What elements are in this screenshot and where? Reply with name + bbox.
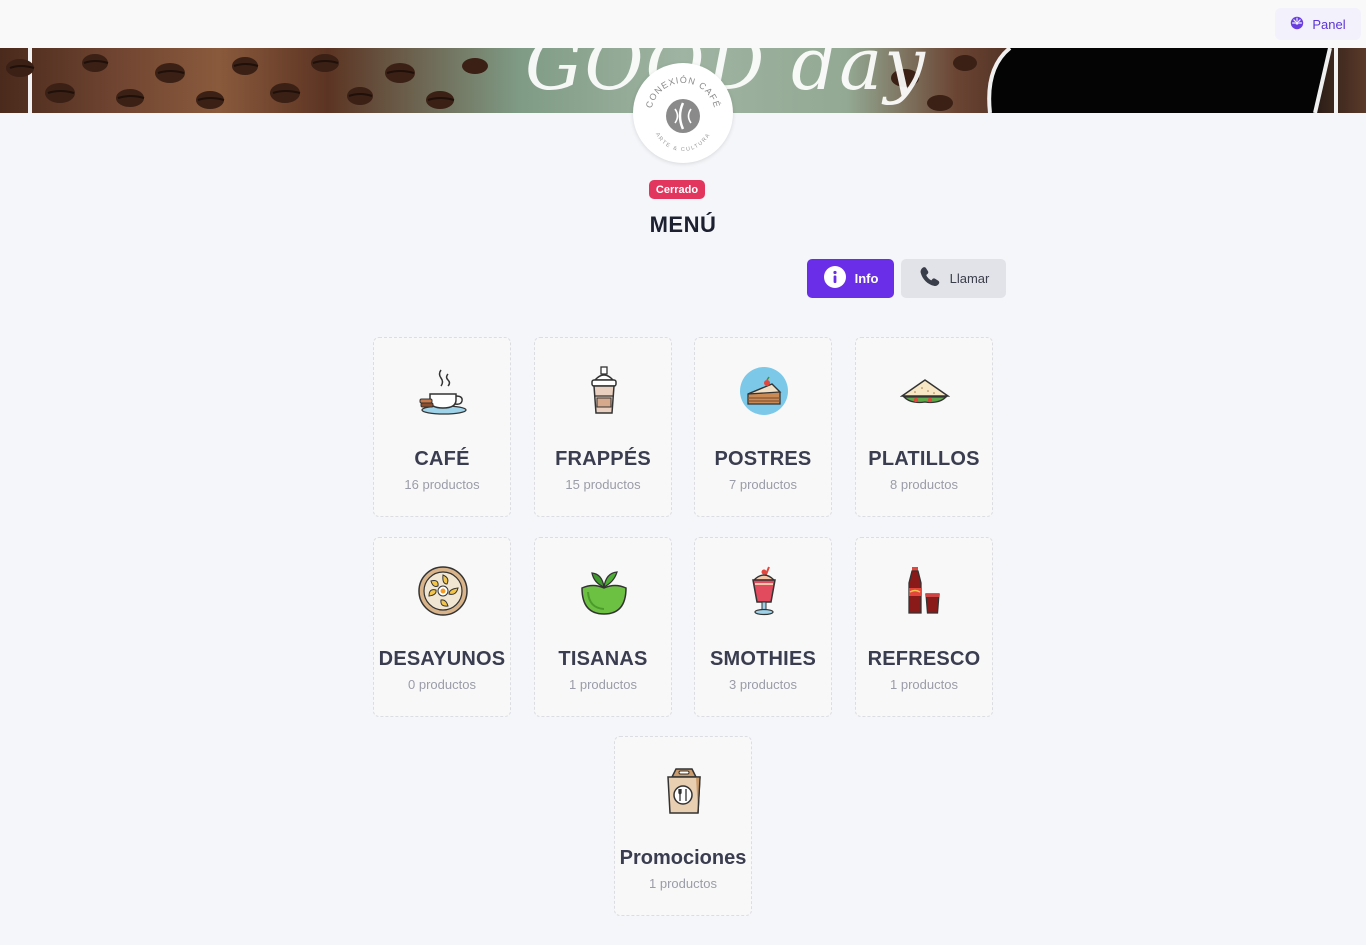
call-button[interactable]: Llamar	[901, 259, 1006, 298]
takeout-bag-icon	[659, 765, 709, 815]
category-count: 16 productos	[404, 477, 480, 492]
category-count: 1 productos	[890, 677, 958, 692]
category-name: Promociones	[619, 847, 747, 869]
panel-button[interactable]: Panel	[1275, 8, 1361, 40]
category-card-smothies[interactable]: SMOTHIES 3 productos	[694, 537, 832, 717]
smoothie-glass-icon	[739, 566, 789, 616]
phone-icon	[918, 265, 942, 292]
category-card-desayunos[interactable]: DESAYUNOS 0 productos	[373, 537, 511, 717]
category-card-promociones[interactable]: Promociones 1 productos	[614, 736, 752, 916]
category-count: 7 productos	[729, 477, 797, 492]
category-count: 1 productos	[649, 876, 717, 891]
category-name: FRAPPÉS	[555, 448, 651, 470]
coffee-cup-icon	[418, 366, 468, 416]
info-button[interactable]: Info	[807, 259, 894, 298]
category-count: 8 productos	[890, 477, 958, 492]
category-card-refresco[interactable]: REFRESCO 1 productos	[855, 537, 993, 717]
category-card-platillos[interactable]: PLATILLOS 8 productos	[855, 337, 993, 517]
top-bar: Panel	[0, 0, 1366, 48]
breakfast-plate-icon	[418, 566, 468, 616]
info-label: Info	[854, 271, 879, 286]
category-name: PLATILLOS	[868, 448, 980, 470]
category-count: 0 productos	[408, 677, 476, 692]
soda-bottle-icon	[900, 566, 950, 616]
category-name: TISANAS	[558, 648, 648, 670]
category-name: CAFÉ	[414, 448, 470, 470]
frappe-cup-icon	[579, 366, 629, 416]
category-card-postres[interactable]: POSTRES 7 productos	[694, 337, 832, 517]
info-icon	[823, 265, 847, 292]
category-count: 1 productos	[569, 677, 637, 692]
page-title: MENÚ	[649, 212, 717, 237]
dashboard-icon	[1290, 16, 1304, 33]
category-card-frappes[interactable]: FRAPPÉS 15 productos	[534, 337, 672, 517]
category-count: 3 productos	[729, 677, 797, 692]
category-name: POSTRES	[714, 448, 812, 470]
cake-slice-icon	[739, 366, 789, 416]
panel-label: Panel	[1312, 16, 1346, 32]
status-badge: Cerrado	[649, 180, 705, 199]
herbal-tea-icon	[579, 566, 629, 616]
category-count: 15 productos	[565, 477, 641, 492]
category-card-tisanas[interactable]: TISANAS 1 productos	[534, 537, 672, 717]
sandwich-icon	[899, 366, 951, 416]
call-label: Llamar	[949, 271, 990, 286]
category-name: DESAYUNOS	[378, 648, 506, 670]
cafe-logo: CONEXIÓN CAFÉ ARTE & CULTURA	[633, 63, 733, 163]
category-name: REFRESCO	[867, 648, 981, 670]
svg-text:ARTE & CULTURA: ARTE & CULTURA	[654, 132, 712, 153]
category-card-cafe[interactable]: CAFÉ 16 productos	[373, 337, 511, 517]
category-name: SMOTHIES	[709, 648, 817, 670]
